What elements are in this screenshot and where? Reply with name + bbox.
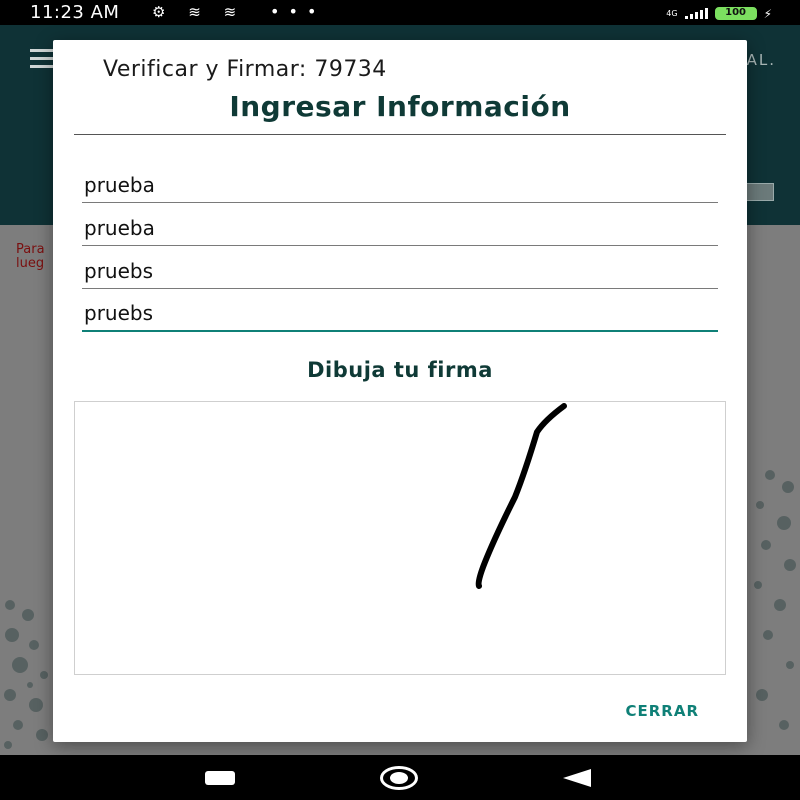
more-notifications-icon: • • • bbox=[270, 2, 319, 21]
signature-label: Dibuja tu firma bbox=[307, 358, 493, 382]
notification-icon: ≋ bbox=[188, 3, 201, 21]
battery-icon: 100 bbox=[714, 7, 757, 20]
recent-apps-icon[interactable] bbox=[205, 771, 235, 785]
background-dots-pattern-right bbox=[754, 470, 796, 730]
status-icons: ⚙ ≋ ≋ bbox=[152, 5, 254, 20]
back-icon[interactable] bbox=[563, 769, 591, 787]
background-logo: AL. bbox=[746, 51, 776, 69]
signature-stroke bbox=[475, 403, 567, 589]
signal-icon bbox=[684, 8, 708, 19]
sign-dialog: Verificar y Firmar: 79734 Ingresar Infor… bbox=[53, 40, 747, 742]
close-button[interactable]: CERRAR bbox=[625, 702, 699, 720]
background-text: Para lueg bbox=[16, 242, 45, 271]
navigation-bar bbox=[0, 755, 800, 800]
status-time: 11:23 AM bbox=[30, 2, 120, 23]
dialog-verify-title: Verificar y Firmar: 79734 bbox=[103, 57, 387, 82]
notification-icon: ≋ bbox=[223, 3, 237, 21]
battery-level: 100 bbox=[725, 7, 746, 18]
title-divider bbox=[74, 134, 726, 135]
status-right: 4G 100 ⚡ bbox=[666, 6, 772, 21]
signature-pad[interactable] bbox=[74, 401, 726, 675]
home-icon[interactable] bbox=[380, 766, 418, 790]
info-field-2[interactable] bbox=[82, 210, 718, 246]
info-field-4[interactable] bbox=[82, 296, 718, 332]
status-bar: 11:23 AM ⚙ ≋ ≋ • • • 4G 100 ⚡ bbox=[0, 0, 800, 25]
dialog-title: Ingresar Información bbox=[229, 90, 571, 123]
charging-icon: ⚡ bbox=[763, 6, 772, 21]
info-field-3[interactable] bbox=[82, 253, 718, 289]
network-type-label: 4G bbox=[666, 8, 678, 18]
settings-icon: ⚙ bbox=[152, 3, 166, 21]
info-field-1[interactable] bbox=[82, 167, 718, 203]
